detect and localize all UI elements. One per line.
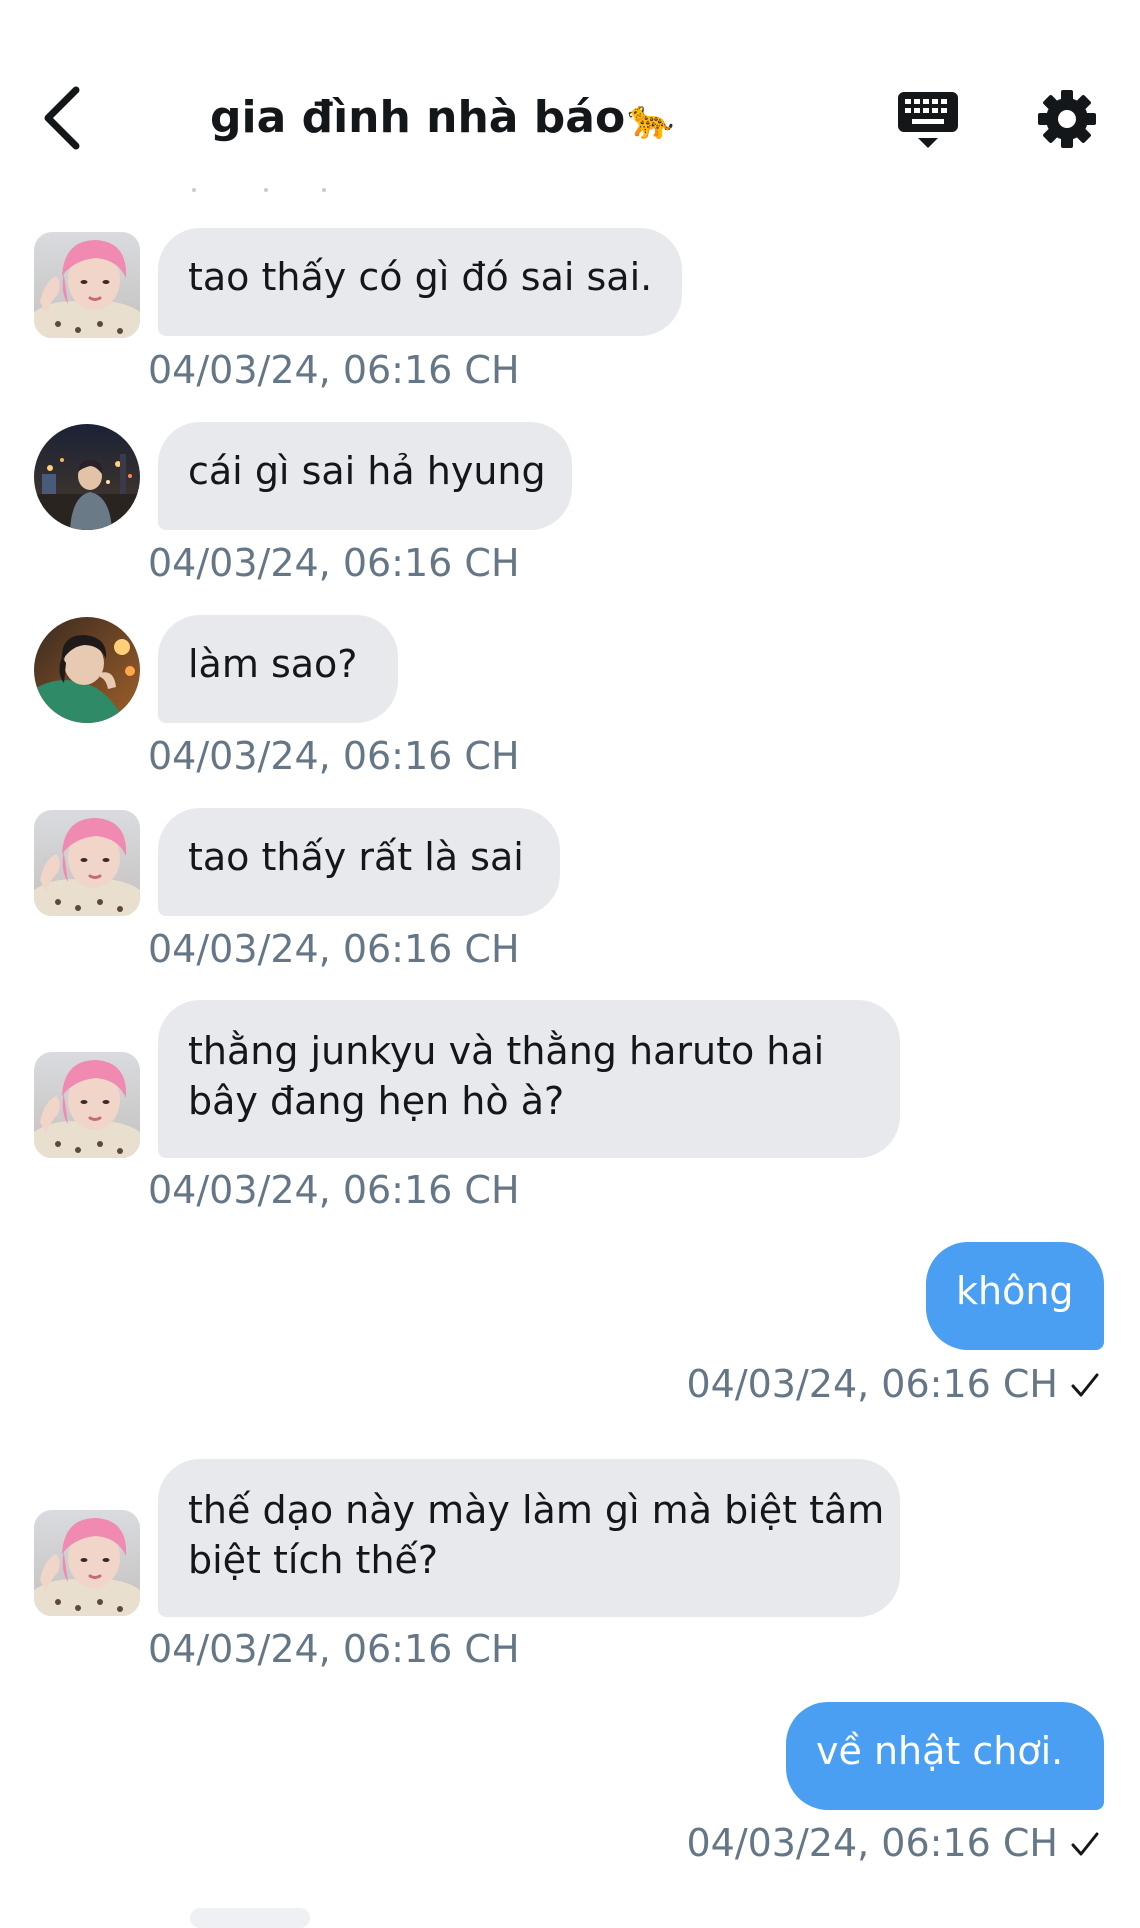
message-text-line: bây đang hẹn hò à? xyxy=(188,1079,565,1123)
pink-hair-avatar xyxy=(34,810,140,916)
checkmark-icon xyxy=(1070,1365,1100,1409)
chevron-left-icon xyxy=(44,86,80,150)
message-text-line: thế dạo này mày làm gì mà biệt tâm xyxy=(188,1488,885,1532)
message-text: về nhật chơi. xyxy=(816,1729,1064,1773)
message-text-line: thằng junkyu và thằng haruto hai xyxy=(188,1029,825,1073)
message-timestamp: 04/03/24, 06:16 CH xyxy=(148,734,520,778)
message-text: tao thấy có gì đó sai sai. xyxy=(188,255,653,299)
avatar[interactable] xyxy=(34,617,140,723)
next-message-peek xyxy=(190,1908,310,1928)
avatar[interactable] xyxy=(34,1052,140,1158)
message-timestamp: 04/03/24, 06:16 CH xyxy=(148,1168,520,1212)
message-bubble[interactable]: tao thấy có gì đó sai sai. xyxy=(158,228,682,336)
settings-button[interactable] xyxy=(1036,88,1098,150)
keyboard-button[interactable] xyxy=(896,88,960,152)
message-timestamp: 04/03/24, 06:16 CH xyxy=(148,541,520,585)
gear-icon xyxy=(1038,90,1096,148)
leopard-emoji: 🐆 xyxy=(627,97,675,141)
outgoing-message-bubble[interactable]: không xyxy=(926,1242,1104,1350)
message-timestamp: 04/03/24, 06:16 CH xyxy=(148,927,520,971)
back-button[interactable] xyxy=(38,82,90,154)
keyboard-icon xyxy=(898,92,958,148)
message-timestamp: 04/03/24, 06:16 CH xyxy=(686,1362,1058,1406)
outgoing-message-bubble[interactable]: về nhật chơi. xyxy=(786,1702,1104,1810)
message-text: cái gì sai hả hyung xyxy=(188,449,546,493)
avatar[interactable] xyxy=(34,810,140,916)
avatar[interactable] xyxy=(34,424,140,530)
message-timestamp: 04/03/24, 06:16 CH xyxy=(686,1821,1058,1865)
night-street-avatar xyxy=(34,424,140,530)
outgoing-timestamp-row: 04/03/24, 06:16 CH xyxy=(686,1821,1100,1868)
message-bubble[interactable]: tao thấy rất là sai xyxy=(158,808,560,916)
message-text: làm sao? xyxy=(188,642,358,686)
chat-title: gia đình nhà báo🐆 xyxy=(210,92,675,143)
checkmark-icon xyxy=(1070,1824,1100,1868)
message-timestamp: 04/03/24, 06:16 CH xyxy=(148,1627,520,1671)
green-shirt-avatar xyxy=(34,617,140,723)
message-bubble[interactable]: cái gì sai hả hyung xyxy=(158,422,572,530)
message-text: không xyxy=(956,1269,1074,1313)
chat-header: gia đình nhà báo🐆 xyxy=(0,0,1140,195)
chat-title-text: gia đình nhà báo xyxy=(210,92,626,143)
message-bubble[interactable]: làm sao? xyxy=(158,615,398,723)
message-bubble[interactable]: thằng junkyu và thằng haruto hai bây đan… xyxy=(158,1000,900,1158)
outgoing-timestamp-row: 04/03/24, 06:16 CH xyxy=(686,1362,1100,1409)
message-timestamp: 04/03/24, 06:16 CH xyxy=(148,348,520,392)
message-bubble[interactable]: thế dạo này mày làm gì mà biệt tâm biệt … xyxy=(158,1459,900,1617)
scrolled-timestamp-remnant xyxy=(192,188,326,192)
message-text-line: biệt tích thế? xyxy=(188,1538,439,1582)
pink-hair-avatar xyxy=(34,1052,140,1158)
pink-hair-avatar xyxy=(34,1510,140,1616)
avatar[interactable] xyxy=(34,232,140,338)
avatar[interactable] xyxy=(34,1510,140,1616)
message-text: tao thấy rất là sai xyxy=(188,835,524,879)
pink-hair-avatar xyxy=(34,232,140,338)
